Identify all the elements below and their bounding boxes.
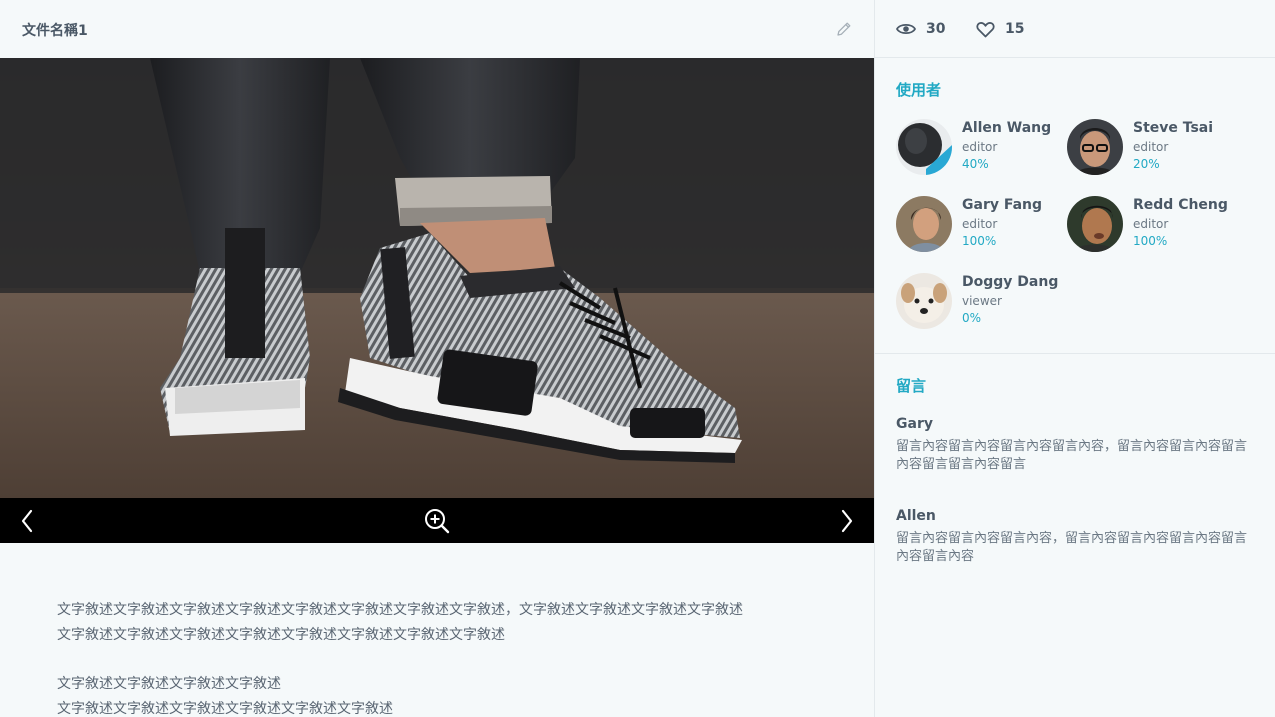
user-percent: 0% [962, 311, 982, 325]
user-percent: 40% [962, 157, 989, 171]
document-title: 文件名稱1 [22, 23, 88, 39]
comment-item: Gary 留言內容留言內容留言內容留言內容，留言內容留言內容留言內容留言留言內容… [896, 416, 1256, 474]
avatar [896, 119, 952, 175]
user-role: editor [1133, 217, 1169, 231]
user-percent: 100% [1133, 234, 1168, 248]
comment-text: 留言內容留言內容留言內容留言內容，留言內容留言內容留言內容留言留言內容留言 [896, 439, 1248, 472]
description-line: 文字敘述文字敘述文字敘述文字敘述文字敘述文字敘述文字敘述文字敘述 [57, 627, 505, 643]
description-line: 文字敘述文字敘述文字敘述文字敘述 [57, 676, 281, 692]
user-percent: 100% [962, 234, 997, 248]
sidebar: 30 15 使用者 Allen Wang editor 40% Steve Ts… [874, 0, 1275, 717]
description-line: 文字敘述文字敘述文字敘述文字敘述文字敘述文字敘述文字敘述文字敘述，文字敘述文字敘… [57, 602, 743, 618]
likes-count: 15 [1005, 21, 1025, 37]
user-card[interactable]: Doggy Dang viewer 0% [896, 273, 1066, 333]
avatar [896, 196, 952, 252]
user-name: Allen Wang [962, 120, 1052, 136]
avatar [1067, 119, 1123, 175]
description-line: 文字敘述文字敘述文字敘述文字敘述文字敘述文字敘述 [57, 701, 393, 717]
image-navigation-bar [0, 498, 874, 543]
comment-text: 留言內容留言內容留言內容，留言內容留言內容留言內容留言內容留言內容 [896, 531, 1248, 564]
section-divider [875, 353, 1275, 354]
chevron-right-icon[interactable] [834, 508, 858, 534]
views-count: 30 [926, 21, 946, 37]
user-card[interactable]: Redd Cheng editor 100% [1067, 196, 1237, 256]
comment-author: Gary [896, 416, 933, 432]
comments-section-title: 留言 [896, 377, 927, 395]
heart-icon [976, 21, 995, 37]
document-image [0, 58, 874, 498]
pencil-icon[interactable] [835, 20, 853, 38]
user-card[interactable]: Gary Fang editor 100% [896, 196, 1066, 256]
document-viewer: 文件名稱1 文字敘述文字敘述文字敘述文字敘述文字敘述文字敘述文字敘述文字敘述，文… [0, 0, 1275, 717]
user-name: Gary Fang [962, 197, 1043, 213]
avatar [896, 273, 952, 329]
avatar [1067, 196, 1123, 252]
eye-icon [896, 23, 916, 35]
zoom-in-icon[interactable] [422, 507, 452, 535]
document-description: 文字敘述文字敘述文字敘述文字敘述文字敘述文字敘述文字敘述文字敘述，文字敘述文字敘… [57, 598, 837, 717]
user-card[interactable]: Steve Tsai editor 20% [1067, 119, 1237, 179]
user-name: Redd Cheng [1133, 197, 1228, 213]
user-role: editor [962, 140, 998, 154]
document-panel: 文件名稱1 文字敘述文字敘述文字敘述文字敘述文字敘述文字敘述文字敘述文字敘述，文… [0, 0, 874, 717]
views-stat[interactable]: 30 [896, 18, 945, 40]
chevron-left-icon[interactable] [16, 508, 40, 534]
document-header: 文件名稱1 [0, 0, 874, 58]
likes-stat[interactable]: 15 [976, 18, 1024, 40]
user-role: viewer [962, 294, 1002, 308]
user-percent: 20% [1133, 157, 1160, 171]
user-name: Steve Tsai [1133, 120, 1214, 136]
stats-bar: 30 15 [875, 0, 1275, 58]
users-section-title: 使用者 [896, 81, 942, 99]
comment-item: Allen 留言內容留言內容留言內容，留言內容留言內容留言內容留言內容留言內容 [896, 508, 1256, 566]
user-name: Doggy Dang [962, 274, 1059, 290]
user-role: editor [962, 217, 998, 231]
comment-author: Allen [896, 508, 936, 524]
user-role: editor [1133, 140, 1169, 154]
user-card[interactable]: Allen Wang editor 40% [896, 119, 1066, 179]
